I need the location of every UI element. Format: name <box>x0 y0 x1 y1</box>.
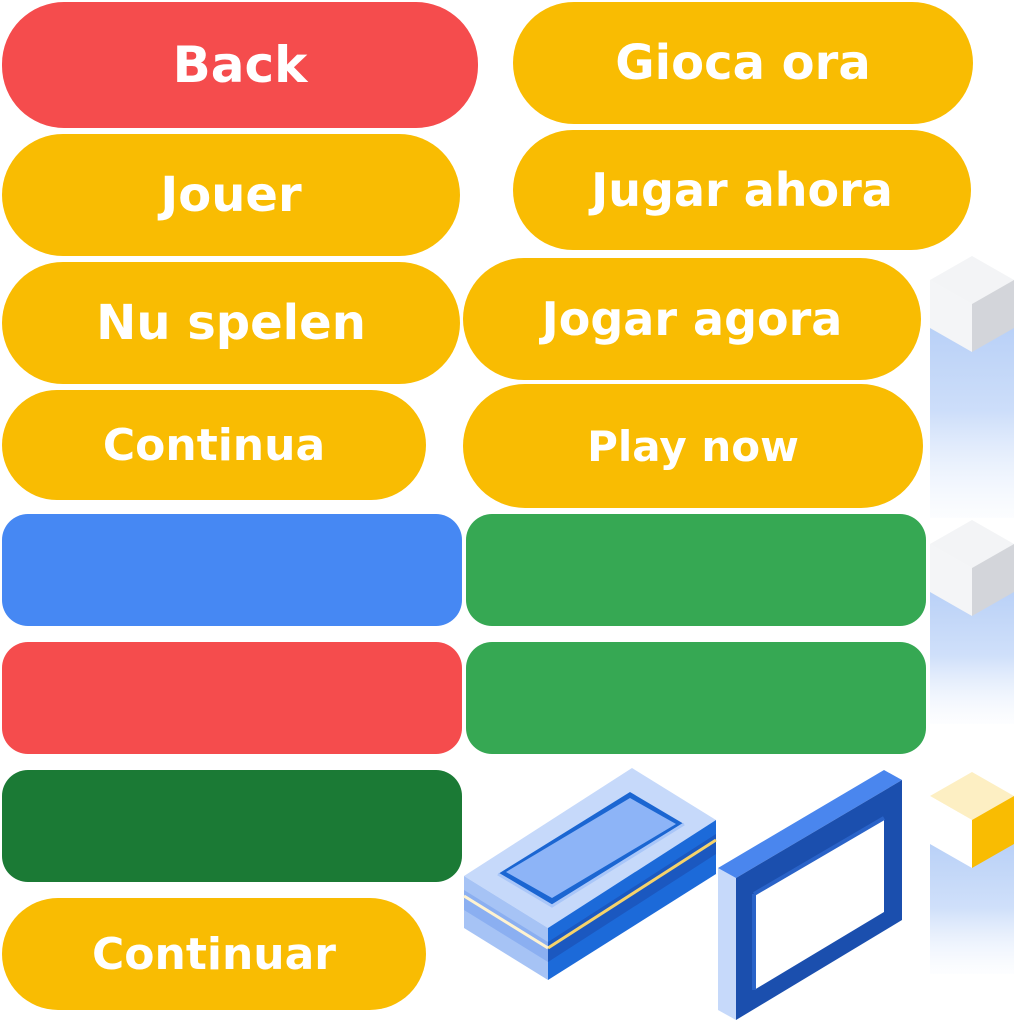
nu-spelen-button[interactable]: Nu spelen <box>2 262 460 384</box>
isometric-blue-tray-icon <box>462 766 718 982</box>
blank-green-button[interactable] <box>466 514 926 626</box>
play-now-button[interactable]: Play now <box>463 384 923 508</box>
blank-red-button[interactable] <box>2 642 462 754</box>
jouer-button[interactable]: Jouer <box>2 134 460 256</box>
blank-dark-green-button[interactable] <box>2 770 462 882</box>
jugar-ahora-button[interactable]: Jugar ahora <box>513 130 971 250</box>
white-cube-pillar-icon <box>926 254 1018 518</box>
continuar-button[interactable]: Continuar <box>2 898 426 1010</box>
isometric-blue-frame-icon <box>716 768 904 1020</box>
blank-blue-button[interactable] <box>2 514 462 626</box>
sprite-sheet: Back Gioca ora Jouer Jugar ahora Nu spel… <box>0 0 1024 1024</box>
jogar-agora-button[interactable]: Jogar agora <box>463 258 921 380</box>
back-button[interactable]: Back <box>2 2 478 128</box>
blank-green-button-2[interactable] <box>466 642 926 754</box>
white-cube-pillar-icon <box>926 518 1018 724</box>
yellow-cube-pillar-icon <box>926 770 1018 974</box>
continua-button[interactable]: Continua <box>2 390 426 500</box>
gioca-ora-button[interactable]: Gioca ora <box>513 2 973 124</box>
